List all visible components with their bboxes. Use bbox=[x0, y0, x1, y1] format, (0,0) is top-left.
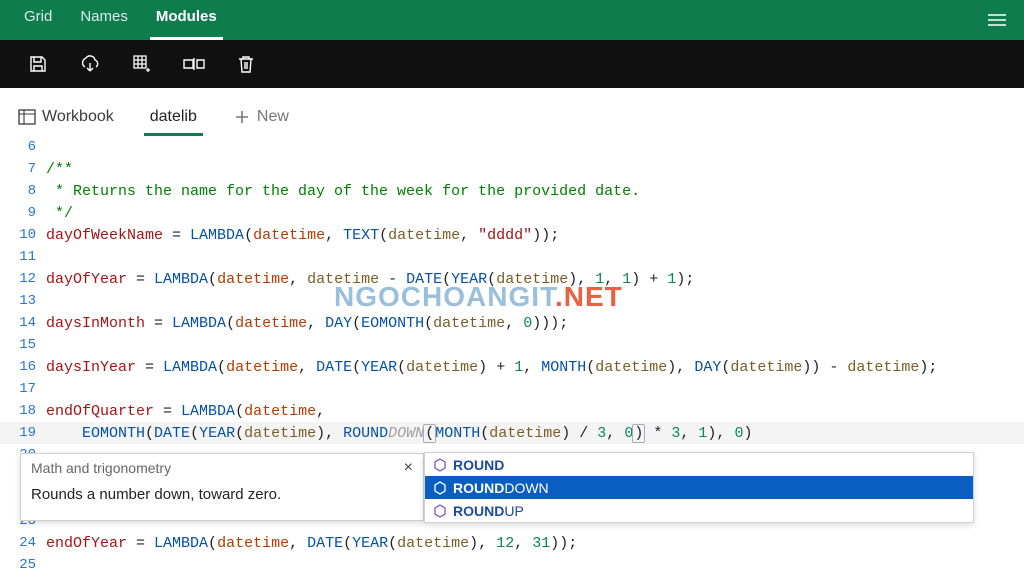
tooltip-category: Math and trigonometry bbox=[31, 460, 171, 476]
function-tooltip: Math and trigonometry × Rounds a number … bbox=[20, 453, 424, 521]
close-icon[interactable]: × bbox=[404, 460, 413, 476]
code-content[interactable]: * Returns the name for the day of the we… bbox=[46, 183, 1024, 200]
line-number: 12 bbox=[0, 271, 46, 287]
autocomplete-label: ROUNDUP bbox=[453, 503, 524, 519]
code-line[interactable]: 14daysInMonth = LAMBDA(datetime, DAY(EOM… bbox=[0, 312, 1024, 334]
trash-icon[interactable] bbox=[234, 52, 258, 76]
line-number: 14 bbox=[0, 315, 46, 331]
code-line[interactable]: 15 bbox=[0, 334, 1024, 356]
tab-modules[interactable]: Modules bbox=[142, 0, 231, 40]
autocomplete-item[interactable]: ROUND bbox=[425, 453, 973, 476]
code-line[interactable]: 17 bbox=[0, 378, 1024, 400]
save-icon[interactable] bbox=[26, 52, 50, 76]
menu-icon[interactable] bbox=[980, 0, 1014, 40]
cloud-download-icon[interactable] bbox=[78, 52, 102, 76]
code-content[interactable]: dayOfWeekName = LAMBDA(datetime, TEXT(da… bbox=[46, 227, 1024, 244]
subtab-new[interactable]: New bbox=[227, 108, 295, 136]
top-tab-bar: Grid Names Modules bbox=[0, 0, 1024, 40]
line-number: 7 bbox=[0, 161, 46, 177]
code-line[interactable]: 25 bbox=[0, 554, 1024, 576]
code-line[interactable]: 8 * Returns the name for the day of the … bbox=[0, 180, 1024, 202]
plus-icon bbox=[233, 108, 251, 126]
line-number: 19 bbox=[0, 425, 46, 441]
line-number: 24 bbox=[0, 535, 46, 551]
code-line[interactable]: 6 bbox=[0, 136, 1024, 158]
code-content[interactable]: daysInYear = LAMBDA(datetime, DATE(YEAR(… bbox=[46, 359, 1024, 376]
line-number: 25 bbox=[0, 557, 46, 573]
function-icon bbox=[433, 458, 447, 472]
module-tab-bar: Workbook datelib New bbox=[0, 88, 1024, 136]
autocomplete-list[interactable]: ROUND ROUNDDOWN ROUNDUP bbox=[424, 452, 974, 523]
code-content[interactable]: endOfYear = LAMBDA(datetime, DATE(YEAR(d… bbox=[46, 535, 1024, 552]
line-number: 10 bbox=[0, 227, 46, 243]
code-content[interactable]: daysInMonth = LAMBDA(datetime, DAY(EOMON… bbox=[46, 315, 1024, 332]
function-icon bbox=[433, 504, 447, 518]
code-line[interactable]: 24endOfYear = LAMBDA(datetime, DATE(YEAR… bbox=[0, 532, 1024, 554]
autocomplete-item[interactable]: ROUNDDOWN bbox=[425, 476, 973, 499]
code-line[interactable]: 19 EOMONTH(DATE(YEAR(datetime), ROUNDDOW… bbox=[0, 422, 1024, 444]
line-number: 16 bbox=[0, 359, 46, 375]
tooltip-description: Rounds a number down, toward zero. bbox=[31, 486, 413, 503]
autocomplete-label: ROUND bbox=[453, 457, 504, 473]
line-number: 15 bbox=[0, 337, 46, 353]
code-line[interactable]: 13 bbox=[0, 290, 1024, 312]
line-number: 17 bbox=[0, 381, 46, 397]
subtab-datelib[interactable]: datelib bbox=[144, 108, 203, 136]
line-number: 8 bbox=[0, 183, 46, 199]
code-content[interactable]: EOMONTH(DATE(YEAR(datetime), ROUNDDOWN(M… bbox=[46, 424, 1024, 443]
rename-icon[interactable] bbox=[182, 52, 206, 76]
subtab-workbook[interactable]: Workbook bbox=[12, 108, 120, 136]
function-icon bbox=[433, 481, 447, 495]
code-content[interactable]: endOfQuarter = LAMBDA(datetime, bbox=[46, 403, 1024, 420]
subtab-new-label: New bbox=[257, 108, 289, 126]
code-content[interactable]: dayOfYear = LAMBDA(datetime, datetime - … bbox=[46, 271, 1024, 288]
insert-table-icon[interactable] bbox=[130, 52, 154, 76]
workbook-icon bbox=[18, 108, 36, 126]
subtab-workbook-label: Workbook bbox=[42, 108, 114, 126]
code-line[interactable]: 11 bbox=[0, 246, 1024, 268]
tab-grid[interactable]: Grid bbox=[10, 0, 66, 40]
tab-names[interactable]: Names bbox=[66, 0, 142, 40]
action-toolbar bbox=[0, 40, 1024, 88]
line-number: 13 bbox=[0, 293, 46, 309]
code-content[interactable]: */ bbox=[46, 205, 1024, 222]
line-number: 9 bbox=[0, 205, 46, 221]
line-number: 18 bbox=[0, 403, 46, 419]
autocomplete-label: ROUNDDOWN bbox=[453, 480, 549, 496]
code-line[interactable]: 16daysInYear = LAMBDA(datetime, DATE(YEA… bbox=[0, 356, 1024, 378]
autocomplete-item[interactable]: ROUNDUP bbox=[425, 499, 973, 522]
code-line[interactable]: 18endOfQuarter = LAMBDA(datetime, bbox=[0, 400, 1024, 422]
code-line[interactable]: 12dayOfYear = LAMBDA(datetime, datetime … bbox=[0, 268, 1024, 290]
line-number: 11 bbox=[0, 249, 46, 265]
code-line[interactable]: 10dayOfWeekName = LAMBDA(datetime, TEXT(… bbox=[0, 224, 1024, 246]
code-editor[interactable]: 67/**8 * Returns the name for the day of… bbox=[0, 136, 1024, 585]
subtab-datelib-label: datelib bbox=[150, 108, 197, 126]
code-content[interactable]: /** bbox=[46, 161, 1024, 178]
line-number: 6 bbox=[0, 139, 46, 155]
code-line[interactable]: 9 */ bbox=[0, 202, 1024, 224]
code-line[interactable]: 7/** bbox=[0, 158, 1024, 180]
